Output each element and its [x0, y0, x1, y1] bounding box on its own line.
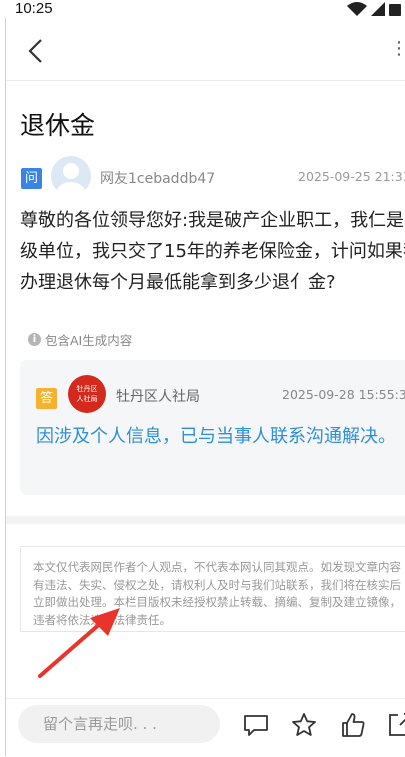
user-avatar — [51, 156, 91, 196]
ai-note: i 包含AI生成内容 — [28, 330, 132, 349]
status-time: 10:25 — [15, 0, 53, 17]
question-time: 2025-09-25 21:33: — [298, 169, 405, 184]
page-title: 退休金 — [20, 111, 96, 140]
answer-time: 2025-09-28 15:55:33 — [282, 387, 405, 402]
share-button[interactable] — [386, 711, 405, 739]
like-button[interactable] — [339, 711, 367, 739]
back-icon — [28, 39, 42, 63]
favorite-button[interactable] — [290, 711, 318, 739]
bottom-action-bar: 留个言再走呗. . . — [6, 698, 405, 757]
star-icon — [292, 713, 316, 736]
section-divider — [6, 516, 405, 524]
answer-org-name: 牡丹区人社局 — [116, 389, 200, 405]
status-bar: 10:25 — [0, 0, 405, 20]
back-button[interactable] — [24, 38, 48, 64]
answer-badge: 答 — [36, 388, 57, 409]
comment-input[interactable]: 留个言再走呗. . . — [18, 705, 220, 743]
wifi-icon — [347, 2, 401, 16]
question-text: 尊敬的各位领导您好:我是破产企业职工，我仁是市级单位，我只交了15年的养老保险金… — [20, 210, 405, 293]
annotation-arrow-icon — [38, 608, 120, 678]
comment-button[interactable] — [242, 711, 270, 739]
more-menu-icon[interactable]: ⋮ — [390, 38, 405, 59]
org-logo-line1: 牡丹区 — [76, 385, 98, 393]
org-logo: 牡丹区 人社局 — [68, 375, 106, 413]
nav-bar: ⋮ — [6, 18, 405, 81]
like-icon — [342, 713, 365, 737]
share-icon — [389, 713, 405, 736]
info-icon: i — [28, 333, 41, 346]
question-badge: 问 — [21, 168, 42, 189]
answer-text: 因涉及个人信息，已与当事人联系沟通解决。 — [36, 426, 396, 447]
answer-card: 答 牡丹区 人社局 牡丹区人社局 2025-09-28 15:55:33 因涉及… — [20, 360, 405, 495]
avatar-icon — [56, 163, 86, 196]
question-detail-page: ⋮ 退休金 问 网友1cebaddb47 2025-09-25 21:33: 尊… — [5, 18, 405, 757]
ai-note-label: 包含AI生成内容 — [45, 333, 133, 348]
comment-icon — [244, 715, 268, 736]
org-logo-line2: 人社局 — [76, 395, 98, 403]
question-username: 网友1cebaddb47 — [100, 171, 216, 187]
